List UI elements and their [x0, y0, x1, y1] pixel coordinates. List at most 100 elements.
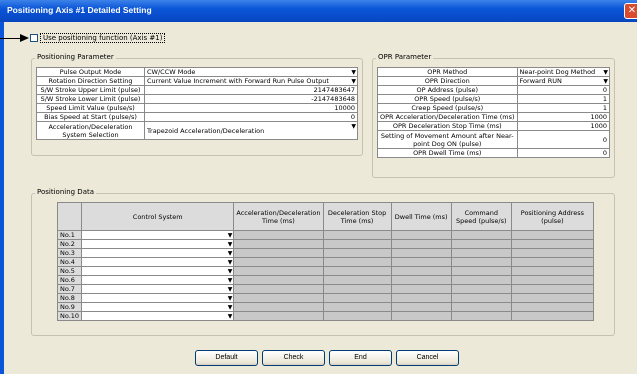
chevron-down-icon[interactable]: ▼: [228, 313, 233, 320]
grid-cell[interactable]: [233, 266, 324, 276]
opr-value[interactable]: 0: [516, 130, 611, 149]
grid-cell[interactable]: [322, 293, 392, 303]
pp-value[interactable]: 10000: [144, 103, 358, 113]
chevron-down-icon[interactable]: ▼: [228, 259, 233, 266]
opr-value[interactable]: 1: [516, 94, 611, 104]
grid-cell[interactable]: [450, 311, 512, 321]
grid-cell[interactable]: [510, 293, 595, 303]
grid-cell[interactable]: [322, 230, 392, 240]
chevron-down-icon[interactable]: ▼: [228, 295, 233, 302]
grid-cell[interactable]: [322, 239, 392, 249]
opr-value[interactable]: 1000: [516, 121, 611, 131]
grid-cell[interactable]: [450, 230, 512, 240]
chevron-down-icon[interactable]: ▼: [228, 232, 233, 239]
grid-cell[interactable]: [510, 302, 595, 312]
grid-cell[interactable]: [390, 302, 452, 312]
control-system-select[interactable]: ▼: [81, 293, 235, 303]
pp-value[interactable]: -2147483648: [144, 94, 358, 104]
pp-value[interactable]: CW/CCW Mode ▼: [144, 67, 358, 77]
chevron-down-icon[interactable]: ▼: [228, 286, 233, 293]
grid-cell[interactable]: [233, 284, 324, 294]
grid-cell[interactable]: [322, 266, 392, 276]
grid-cell[interactable]: [450, 248, 512, 258]
grid-cell[interactable]: [510, 239, 595, 249]
pp-value[interactable]: 2147483647: [144, 85, 358, 95]
grid-cell[interactable]: [233, 257, 324, 267]
grid-cell[interactable]: [390, 266, 452, 276]
grid-cell[interactable]: [510, 311, 595, 321]
cancel-button[interactable]: Cancel: [396, 350, 459, 366]
opr-value[interactable]: Near-point Dog Method ▼: [516, 67, 611, 77]
grid-cell[interactable]: [450, 302, 512, 312]
grid-cell[interactable]: [322, 275, 392, 285]
grid-cell[interactable]: [450, 275, 512, 285]
grid-cell[interactable]: [322, 257, 392, 267]
opr-value[interactable]: 0: [516, 85, 611, 95]
control-system-select[interactable]: ▼: [81, 239, 235, 249]
control-system-select[interactable]: ▼: [81, 230, 235, 240]
opr-value[interactable]: 1: [516, 103, 611, 113]
opr-value[interactable]: 0: [516, 148, 611, 158]
grid-cell[interactable]: [390, 239, 452, 249]
grid-cell[interactable]: [233, 275, 324, 285]
grid-cell[interactable]: [510, 266, 595, 276]
chevron-down-icon[interactable]: ▼: [228, 277, 233, 284]
grid-cell[interactable]: [390, 257, 452, 267]
grid-cell[interactable]: [510, 230, 595, 240]
opr-value-text: 1000: [590, 122, 607, 130]
chevron-down-icon[interactable]: ▼: [351, 78, 356, 85]
grid-cell[interactable]: [510, 275, 595, 285]
default-button[interactable]: Default: [195, 350, 258, 366]
grid-cell[interactable]: [390, 311, 452, 321]
grid-cell[interactable]: [450, 293, 512, 303]
control-system-select[interactable]: ▼: [81, 275, 235, 285]
chevron-down-icon[interactable]: ▼: [228, 304, 233, 311]
grid-cell[interactable]: [233, 248, 324, 258]
chevron-down-icon[interactable]: ▼: [351, 69, 356, 76]
grid-cell[interactable]: [233, 311, 324, 321]
chevron-down-icon[interactable]: ▼: [228, 250, 233, 257]
check-button[interactable]: Check: [262, 350, 325, 366]
use-positioning-label[interactable]: Use positioning function (Axis #1): [40, 33, 166, 43]
opr-value[interactable]: 1000: [516, 112, 611, 122]
grid-cell[interactable]: [233, 239, 324, 249]
grid-cell[interactable]: [510, 284, 595, 294]
pp-value[interactable]: Trapezoid Acceleration/Deceleration ▼: [144, 121, 358, 140]
chevron-down-icon[interactable]: ▼: [603, 69, 608, 76]
grid-cell[interactable]: [450, 257, 512, 267]
grid-cell[interactable]: [322, 311, 392, 321]
control-system-select[interactable]: ▼: [81, 248, 235, 258]
close-button[interactable]: ✕: [624, 3, 637, 19]
pp-value[interactable]: Current Value Increment with Forward Run…: [144, 76, 358, 86]
grid-cell[interactable]: [390, 248, 452, 258]
grid-cell[interactable]: [233, 293, 324, 303]
grid-cell[interactable]: [390, 230, 452, 240]
grid-cell[interactable]: [233, 302, 324, 312]
pp-value[interactable]: 0: [144, 112, 358, 122]
grid-cell[interactable]: [450, 239, 512, 249]
chevron-down-icon[interactable]: ▼: [603, 78, 608, 85]
end-button[interactable]: End: [329, 350, 392, 366]
control-system-select[interactable]: ▼: [81, 302, 235, 312]
chevron-down-icon[interactable]: ▼: [228, 241, 233, 248]
grid-cell[interactable]: [322, 302, 392, 312]
grid-cell[interactable]: [233, 230, 324, 240]
grid-cell[interactable]: [510, 257, 595, 267]
control-system-select[interactable]: ▼: [81, 257, 235, 267]
opr-value[interactable]: Forward RUN ▼: [516, 76, 611, 86]
grid-cell[interactable]: [390, 275, 452, 285]
grid-cell[interactable]: [390, 293, 452, 303]
chevron-down-icon[interactable]: ▼: [228, 268, 233, 275]
grid-cell[interactable]: [322, 248, 392, 258]
chevron-down-icon[interactable]: ▼: [351, 123, 356, 130]
grid-cell[interactable]: [450, 266, 512, 276]
grid-cell[interactable]: [450, 284, 512, 294]
opr-value-text: 0: [602, 86, 607, 94]
use-positioning-checkbox[interactable]: [30, 34, 38, 42]
control-system-select[interactable]: ▼: [81, 284, 235, 294]
control-system-select[interactable]: ▼: [81, 266, 235, 276]
grid-cell[interactable]: [510, 248, 595, 258]
grid-cell[interactable]: [322, 284, 392, 294]
grid-cell[interactable]: [390, 284, 452, 294]
control-system-select[interactable]: ▼: [81, 311, 235, 321]
